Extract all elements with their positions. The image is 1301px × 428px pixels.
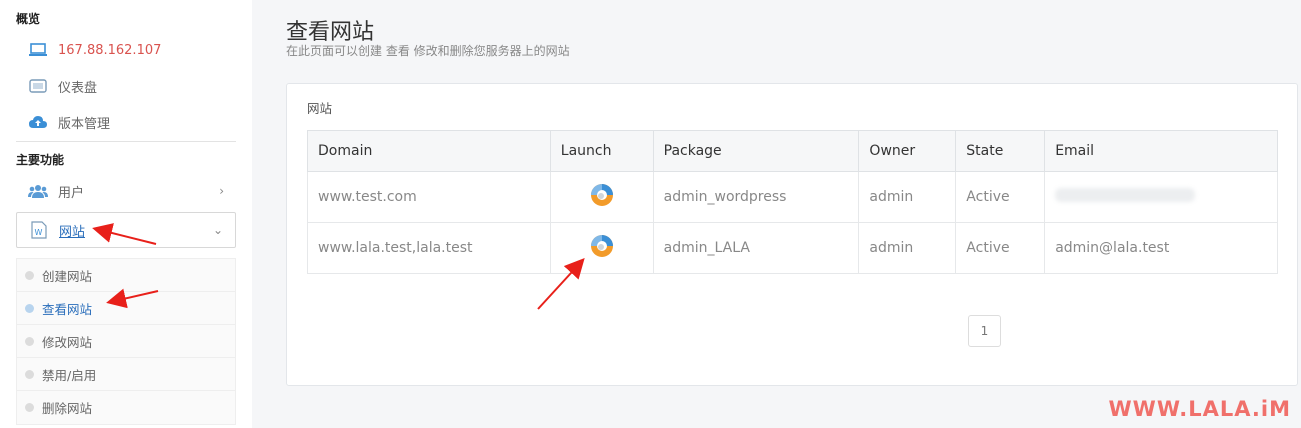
column-header-state: State bbox=[955, 130, 1046, 172]
table-row: www.test.com admin_wordpress admin Activ… bbox=[307, 171, 1278, 223]
cloud-upload-icon bbox=[28, 113, 48, 131]
state-cell: Active bbox=[955, 171, 1046, 223]
table-row: www.lala.test,lala.test admin_LALA admin… bbox=[307, 222, 1278, 274]
sidebar-item-label: 网站 bbox=[59, 224, 86, 240]
package-cell: admin_LALA bbox=[652, 222, 860, 274]
email-cell bbox=[1044, 171, 1278, 223]
column-header-owner: Owner bbox=[858, 130, 957, 172]
state-cell: Active bbox=[955, 222, 1046, 274]
sidebar: 概览 167.88.162.107 仪表盘 版本管理 主要功能 用户 › W 网… bbox=[0, 0, 252, 428]
launch-icon[interactable] bbox=[587, 184, 617, 214]
submenu-label: 删除网站 bbox=[42, 401, 93, 416]
sidebar-item-users[interactable]: 用户 › bbox=[16, 174, 236, 208]
monitor-icon bbox=[28, 41, 48, 59]
sidebar-item-ip[interactable]: 167.88.162.107 bbox=[16, 33, 236, 67]
column-header-launch: Launch bbox=[549, 130, 654, 172]
sidebar-item-label: 用户 bbox=[58, 185, 85, 201]
bullet-icon bbox=[25, 369, 34, 379]
sidebar-item-sites[interactable]: W 网站 ⌄ bbox=[16, 212, 236, 248]
chevron-right-icon: › bbox=[219, 184, 224, 198]
domain-cell: www.test.com bbox=[307, 171, 551, 223]
sidebar-item-label: 仪表盘 bbox=[58, 80, 98, 96]
column-header-domain: Domain bbox=[307, 130, 551, 172]
table-header-row: Domain Launch Package Owner State Email bbox=[307, 130, 1278, 172]
submenu-item-suspend-site[interactable]: 禁用/启用 bbox=[17, 358, 235, 391]
submenu-label: 查看网站 bbox=[42, 301, 93, 317]
submenu-item-modify-site[interactable]: 修改网站 bbox=[17, 325, 235, 358]
overview-section-title: 概览 bbox=[16, 12, 41, 26]
package-cell: admin_wordpress bbox=[652, 171, 860, 223]
dashboard-icon bbox=[28, 77, 48, 95]
bullet-icon bbox=[25, 303, 34, 313]
email-cell: admin@lala.test bbox=[1044, 222, 1278, 274]
websites-table: Domain Launch Package Owner State Email … bbox=[307, 130, 1278, 274]
launch-cell bbox=[549, 171, 654, 223]
bullet-icon bbox=[25, 403, 34, 412]
page-subtitle: 在此页面可以创建 查看 修改和删除您服务器上的网站 bbox=[286, 44, 570, 58]
sidebar-item-version[interactable]: 版本管理 bbox=[16, 105, 236, 139]
submenu-item-delete-site[interactable]: 删除网站 bbox=[17, 391, 235, 424]
submenu-item-view-sites[interactable]: 查看网站 bbox=[17, 292, 235, 325]
domain-cell: www.lala.test,lala.test bbox=[307, 222, 551, 274]
column-header-email: Email bbox=[1044, 130, 1278, 172]
users-icon bbox=[28, 182, 48, 200]
bullet-icon bbox=[25, 270, 34, 280]
submenu-item-create-site[interactable]: 创建网站 bbox=[17, 259, 235, 292]
svg-text:W: W bbox=[35, 228, 43, 237]
sidebar-item-label: 167.88.162.107 bbox=[58, 42, 162, 58]
submenu-label: 创建网站 bbox=[42, 268, 93, 284]
pagination-page-1[interactable]: 1 bbox=[968, 315, 1001, 347]
panel-title: 网站 bbox=[307, 101, 333, 116]
sites-submenu: 创建网站 查看网站 修改网站 禁用/启用 删除网站 bbox=[16, 258, 236, 425]
watermark: WWW.LALA.iM bbox=[1108, 397, 1291, 421]
websites-panel: 网站 Domain Launch Package Owner State Ema… bbox=[286, 83, 1298, 386]
sidebar-item-dashboard[interactable]: 仪表盘 bbox=[16, 69, 236, 103]
owner-cell: admin bbox=[858, 171, 957, 223]
word-file-icon: W bbox=[29, 221, 49, 239]
bullet-icon bbox=[25, 336, 34, 346]
main-section-title: 主要功能 bbox=[16, 153, 65, 167]
launch-cell bbox=[549, 222, 654, 274]
submenu-label: 禁用/启用 bbox=[42, 367, 97, 383]
chevron-down-icon: ⌄ bbox=[212, 223, 223, 237]
owner-cell: admin bbox=[858, 222, 957, 274]
launch-icon[interactable] bbox=[587, 235, 617, 265]
redacted-email bbox=[1055, 188, 1196, 202]
divider bbox=[16, 141, 236, 142]
sidebar-item-label: 版本管理 bbox=[58, 116, 111, 132]
submenu-label: 修改网站 bbox=[42, 334, 93, 350]
column-header-package: Package bbox=[652, 130, 860, 172]
